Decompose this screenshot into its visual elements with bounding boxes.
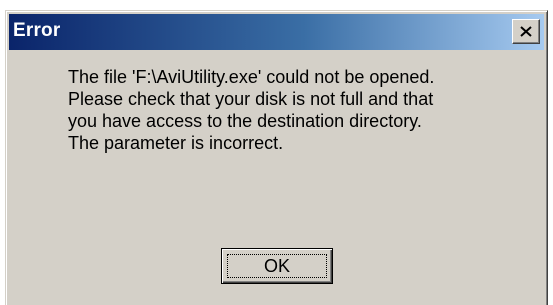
error-message: The file 'F:\AviUtility.exe' could not b… bbox=[68, 66, 538, 154]
message-line: you have access to the destination direc… bbox=[68, 111, 422, 131]
dialog-title: Error bbox=[13, 20, 61, 41]
ok-button[interactable]: OK bbox=[221, 248, 333, 284]
message-line: Please check that your disk is not full … bbox=[68, 89, 434, 109]
close-button[interactable] bbox=[512, 19, 540, 44]
message-line: The parameter is incorrect. bbox=[68, 133, 284, 153]
title-bar[interactable]: Error bbox=[9, 14, 544, 50]
focus-rectangle: OK bbox=[227, 254, 327, 278]
close-icon bbox=[520, 26, 532, 37]
error-dialog: Error The file 'F:\AviUtility.exe' could… bbox=[5, 10, 548, 305]
ok-button-label: OK bbox=[263, 255, 290, 276]
message-line: The file 'F:\AviUtility.exe' could not b… bbox=[68, 67, 435, 87]
